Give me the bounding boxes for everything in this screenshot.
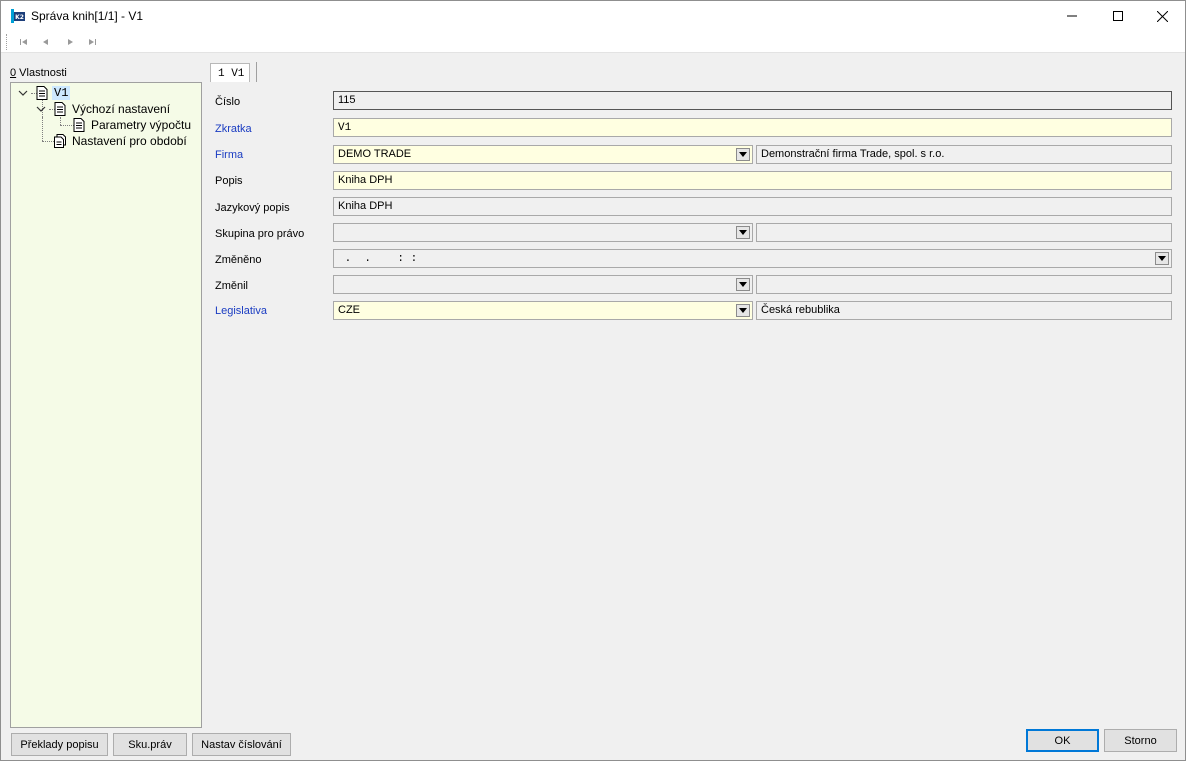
popis-label: Popis [215,175,243,187]
chevron-down-icon [739,308,747,313]
chevron-down-icon[interactable] [18,88,28,98]
close-button[interactable] [1139,1,1185,31]
tree-item-label: Parametry výpočtu [91,118,192,132]
sku-prav-button[interactable]: Sku.práv [113,733,187,756]
zmeneno-datetime[interactable]: . . : : [333,249,1172,268]
last-record-icon[interactable] [85,35,99,49]
popis-value: Kniha DPH [338,174,393,186]
tree-connector [60,125,74,126]
chevron-down-icon [739,230,747,235]
properties-tree[interactable]: V1 Výchozí nastavení Parametry výpočtu N… [10,82,202,728]
cislo-field[interactable]: 115 [333,91,1172,110]
properties-label-text: Vlastnosti [16,67,67,79]
zmeneno-label: Změněno [215,254,262,266]
zmenil-dropdown-button[interactable] [736,278,750,291]
storno-button[interactable]: Storno [1104,729,1177,752]
document-icon [54,102,66,116]
jazykovy-popis-value: Kniha DPH [338,200,393,212]
preklady-popisu-button[interactable]: Překlady popisu [11,733,108,756]
firma-dropdown-button[interactable] [736,148,750,161]
firma-label: Firma [215,149,244,161]
legislativa-label: Legislativa [215,305,267,317]
legislativa-select[interactable]: CZE [333,301,753,320]
tree-item-parametry-vypoctu[interactable]: Parametry výpočtu [73,117,193,133]
tree-connector [60,117,61,125]
cislo-label: Číslo [215,96,241,108]
zmenil-select[interactable] [333,275,753,294]
chevron-down-icon [739,152,747,157]
ok-button[interactable]: OK [1026,729,1099,752]
tree-item-vychozi-nastaveni[interactable]: Výchozí nastavení [54,101,172,117]
tree-item-nastaveni-pro-obdobi[interactable]: Nastavení pro období [54,133,189,149]
legislativa-value: CZE [338,304,360,316]
nastav-cislovani-button[interactable]: Nastav číslování [192,733,291,756]
tab-v1[interactable]: 1 V1 [210,63,250,82]
zmeneno-value: . . : : [338,253,418,265]
tab-strip: 1 V1 [209,62,257,82]
jazykovy-popis-label: Jazykový popis [215,202,290,214]
next-record-icon[interactable] [63,35,77,49]
tree-connector [42,117,43,141]
properties-label: 0 Vlastnosti [10,67,67,79]
tree-item-label: Výchozí nastavení [72,102,171,116]
skupina-select[interactable] [333,223,753,242]
previous-record-icon[interactable] [39,35,53,49]
zkratka-input[interactable]: V1 [333,118,1172,137]
zmenil-label: Změnil [215,280,249,292]
legislativa-description-value: Česká rebublika [761,304,840,316]
jazykovy-popis-field[interactable]: Kniha DPH [333,197,1172,216]
tree-item-label: V1 [52,86,71,100]
chevron-down-icon [739,282,747,287]
main-window: K2 Správa knih[1/1] - V1 0 Vlastnosti V1… [0,0,1186,761]
firma-select[interactable]: DEMO TRADE [333,145,753,164]
maximize-icon [1113,11,1123,21]
document-stack-icon [54,134,66,148]
legislativa-dropdown-button[interactable] [736,304,750,317]
firma-value: DEMO TRADE [338,148,412,160]
firma-description-value: Demonstrační firma Trade, spol. s r.o. [761,148,945,160]
window-title: Správa knih[1/1] - V1 [31,9,144,23]
chevron-down-icon [1158,256,1166,261]
popis-input[interactable]: Kniha DPH [333,171,1172,190]
zmeneno-dropdown-button[interactable] [1155,252,1169,265]
document-icon [36,86,48,100]
tree-item-label: Nastavení pro období [72,134,187,148]
zkratka-label: Zkratka [215,123,252,135]
cislo-value: 115 [338,94,356,106]
tab-separator [256,62,257,82]
toolbar-grip[interactable] [6,34,8,50]
record-navigation-toolbar [1,31,1185,53]
tab-label: 1 V1 [218,68,245,80]
legislativa-description: Česká rebublika [756,301,1172,320]
minimize-icon [1067,15,1077,17]
first-record-icon[interactable] [17,35,31,49]
maximize-button[interactable] [1095,1,1141,31]
tree-item-v1[interactable]: V1 [36,85,71,101]
minimize-button[interactable] [1049,1,1095,31]
zkratka-value: V1 [338,122,352,134]
document-icon [73,118,85,132]
close-icon [1156,10,1168,22]
k2-app-icon: K2 [10,8,26,24]
zmenil-description [756,275,1172,294]
skupina-label: Skupina pro právo [215,228,305,240]
svg-text:K2: K2 [15,14,24,21]
chevron-down-icon[interactable] [36,104,46,114]
title-bar: K2 Správa knih[1/1] - V1 [1,1,1185,31]
firma-description: Demonstrační firma Trade, spol. s r.o. [756,145,1172,164]
skupina-dropdown-button[interactable] [736,226,750,239]
skupina-description [756,223,1172,242]
